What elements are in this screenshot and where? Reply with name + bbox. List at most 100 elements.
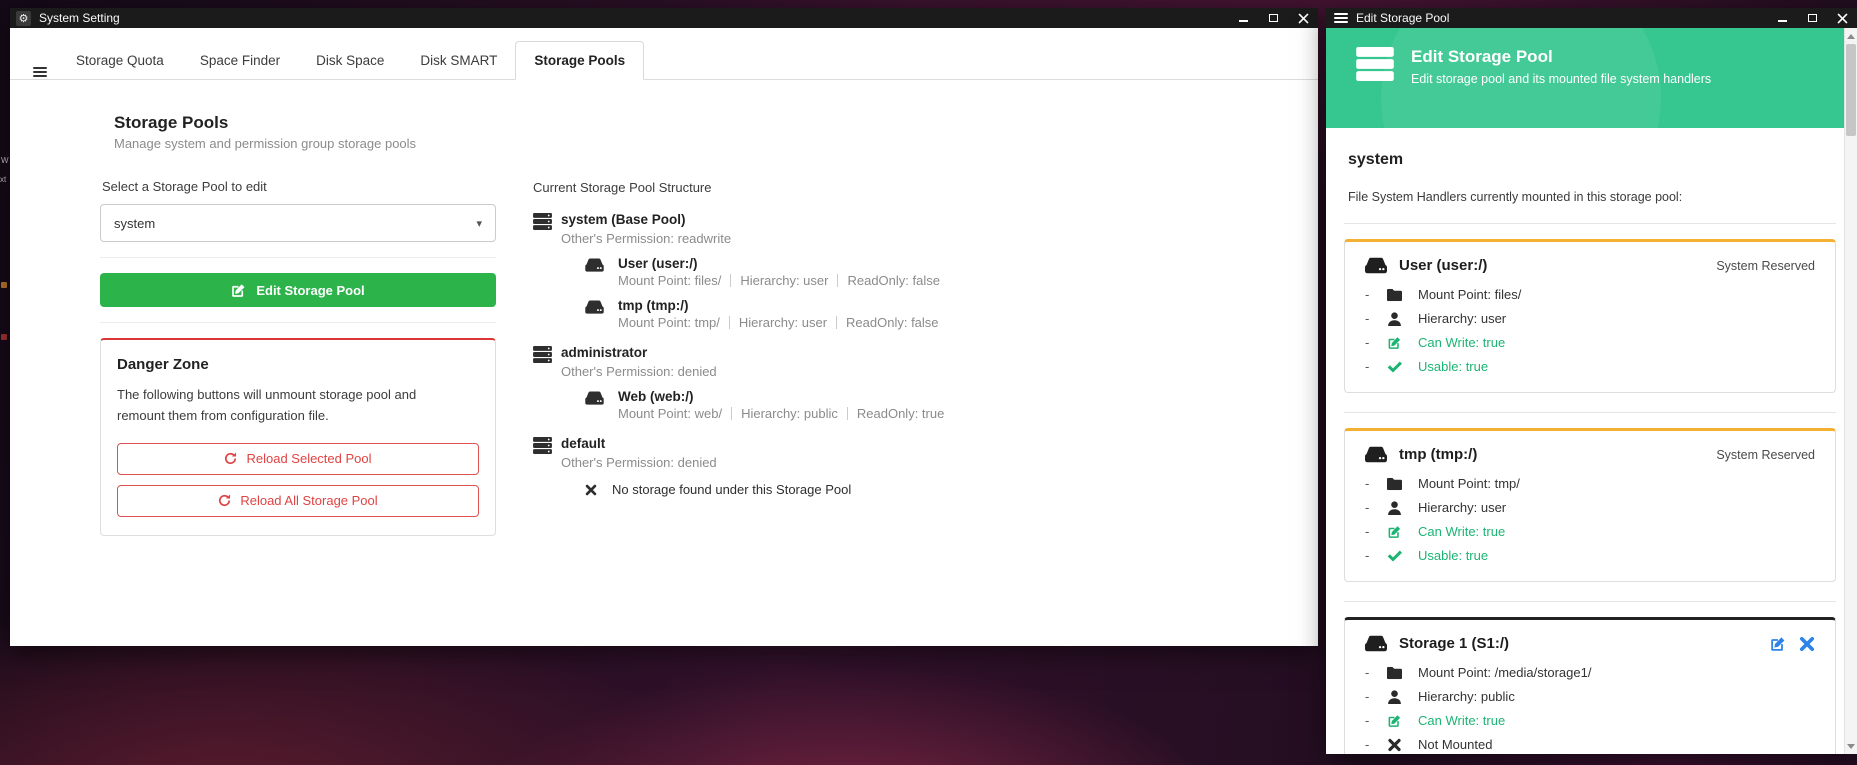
caret-down-icon: ▾ xyxy=(476,217,482,230)
divider xyxy=(729,316,730,329)
gear-icon: ⚙ xyxy=(16,11,31,26)
panel-subtitle: Edit storage pool and its mounted file s… xyxy=(1411,72,1711,86)
divider xyxy=(100,322,496,323)
panel-body: Edit Storage Pool Edit storage pool and … xyxy=(1326,28,1844,754)
pool-name: administrator xyxy=(561,344,647,361)
reload-all-storage-pool-button[interactable]: Reload All Storage Pool xyxy=(117,485,479,517)
server-icon xyxy=(533,346,552,363)
close-icon xyxy=(1837,13,1848,24)
divider xyxy=(836,316,837,329)
tab-storage-pools[interactable]: Storage Pools xyxy=(515,41,644,80)
scrollbar[interactable] xyxy=(1844,28,1857,754)
danger-zone-title: Danger Zone xyxy=(117,356,479,373)
handlers-description: File System Handlers currently mounted i… xyxy=(1348,190,1844,204)
close-button[interactable] xyxy=(1827,8,1857,28)
scrollbar-thumb[interactable] xyxy=(1846,44,1856,136)
handler-row: Hierarchy: public xyxy=(1365,689,1815,704)
storage-name: tmp (tmp:/) xyxy=(618,298,688,314)
minimize-icon xyxy=(1778,20,1787,22)
tab-space-finder[interactable]: Space Finder xyxy=(182,42,298,79)
pool-item-administrator: administrator Other's Permission: denied… xyxy=(533,344,1113,421)
check-icon xyxy=(1387,360,1403,374)
storage-details: Mount Point: tmp/ Hierarchy: user ReadOn… xyxy=(618,315,1113,330)
pool-select-dropdown[interactable]: system ▾ xyxy=(100,204,496,242)
user-icon xyxy=(1387,501,1403,515)
hdd-icon xyxy=(585,258,604,272)
edit-storage-pool-button[interactable]: Edit Storage Pool xyxy=(100,273,496,307)
handler-row: Mount Point: /media/storage1/ xyxy=(1365,665,1815,680)
minimize-button[interactable] xyxy=(1228,8,1258,28)
storage-name: User (user:/) xyxy=(618,256,698,272)
storage-details: Mount Point: files/ Hierarchy: user Read… xyxy=(618,273,1113,288)
tab-bar: Storage Quota Space Finder Disk Space Di… xyxy=(10,28,1318,80)
handler-row: Hierarchy: user xyxy=(1365,500,1815,515)
pool-select-value: system xyxy=(114,216,155,231)
edit-storage-pool-window: Edit Storage Pool Edit Storage Pool Edit… xyxy=(1326,8,1857,754)
pool-structure-column: Current Storage Pool Structure system (B… xyxy=(533,180,1113,511)
divider xyxy=(837,274,838,287)
folder-icon xyxy=(1387,288,1403,302)
storage-details: Mount Point: web/ Hierarchy: public Read… xyxy=(618,406,1113,421)
remove-handler-button[interactable] xyxy=(1799,636,1815,652)
refresh-icon xyxy=(218,494,231,507)
danger-zone-description: The following buttons will unmount stora… xyxy=(117,385,447,427)
server-icon xyxy=(533,437,552,454)
server-icon xyxy=(1356,47,1394,81)
system-reserved-badge: System Reserved xyxy=(1716,448,1815,462)
divider xyxy=(730,274,731,287)
edit-icon xyxy=(1387,714,1403,728)
page-title: Storage Pools xyxy=(114,113,496,133)
refresh-icon xyxy=(224,452,237,465)
scroll-down-arrow[interactable] xyxy=(1845,739,1857,753)
storage-item: Web (web:/) Mount Point: web/ Hierarchy:… xyxy=(585,389,1113,421)
tab-disk-smart[interactable]: Disk SMART xyxy=(402,42,515,79)
pool-select-label: Select a Storage Pool to edit xyxy=(102,179,496,194)
window-title: System Setting xyxy=(39,11,120,25)
system-reserved-badge: System Reserved xyxy=(1716,259,1815,273)
handler-row: Can Write: true xyxy=(1365,713,1815,728)
hamburger-menu-icon[interactable] xyxy=(1334,13,1348,23)
folder-icon xyxy=(1387,666,1403,680)
storage-name: Web (web:/) xyxy=(618,389,694,405)
close-button[interactable] xyxy=(1288,8,1318,28)
handler-row: Not Mounted xyxy=(1365,737,1815,752)
divider xyxy=(847,407,848,420)
hdd-icon xyxy=(1365,257,1387,274)
minimize-button[interactable] xyxy=(1767,8,1797,28)
system-setting-window: ⚙ System Setting Storage Quota Space Fin… xyxy=(10,8,1318,646)
titlebar[interactable]: ⚙ System Setting xyxy=(10,8,1318,28)
handler-row: Can Write: true xyxy=(1365,524,1815,539)
hdd-icon xyxy=(585,300,604,314)
panel-title: Edit Storage Pool xyxy=(1411,47,1711,67)
panel-header: Edit Storage Pool Edit storage pool and … xyxy=(1326,28,1844,128)
storage-item: tmp (tmp:/) Mount Point: tmp/ Hierarchy:… xyxy=(585,298,1113,330)
edit-icon xyxy=(1387,336,1403,350)
divider xyxy=(1344,412,1836,413)
handler-row: Can Write: true xyxy=(1365,335,1815,350)
tab-disk-space[interactable]: Disk Space xyxy=(298,42,402,79)
reload-selected-pool-button[interactable]: Reload Selected Pool xyxy=(117,443,479,475)
folder-icon xyxy=(1387,477,1403,491)
handler-row: Hierarchy: user xyxy=(1365,311,1815,326)
pool-permission: Other's Permission: readwrite xyxy=(561,231,1113,246)
titlebar[interactable]: Edit Storage Pool xyxy=(1326,8,1857,28)
scroll-up-arrow[interactable] xyxy=(1845,29,1857,43)
desktop-icon-fragment: xt xyxy=(0,176,6,184)
check-icon xyxy=(1387,549,1403,563)
tab-storage-quota[interactable]: Storage Quota xyxy=(58,42,182,79)
x-icon xyxy=(1387,738,1403,752)
page-subtitle: Manage system and permission group stora… xyxy=(114,136,496,151)
page-content: Storage Pools Manage system and permissi… xyxy=(10,80,1318,646)
pool-name: default xyxy=(561,435,605,452)
edit-handler-button[interactable] xyxy=(1770,636,1786,652)
user-icon xyxy=(1387,312,1403,326)
handler-row: Usable: true xyxy=(1365,548,1815,563)
maximize-button[interactable] xyxy=(1797,8,1827,28)
handler-title: tmp (tmp:/) xyxy=(1399,446,1477,463)
hdd-icon xyxy=(1365,635,1387,652)
selected-pool-name: system xyxy=(1348,151,1844,169)
maximize-button[interactable] xyxy=(1258,8,1288,28)
structure-label: Current Storage Pool Structure xyxy=(533,180,1113,195)
edit-icon xyxy=(1387,525,1403,539)
pool-selector-column: Storage Pools Manage system and permissi… xyxy=(100,113,496,536)
